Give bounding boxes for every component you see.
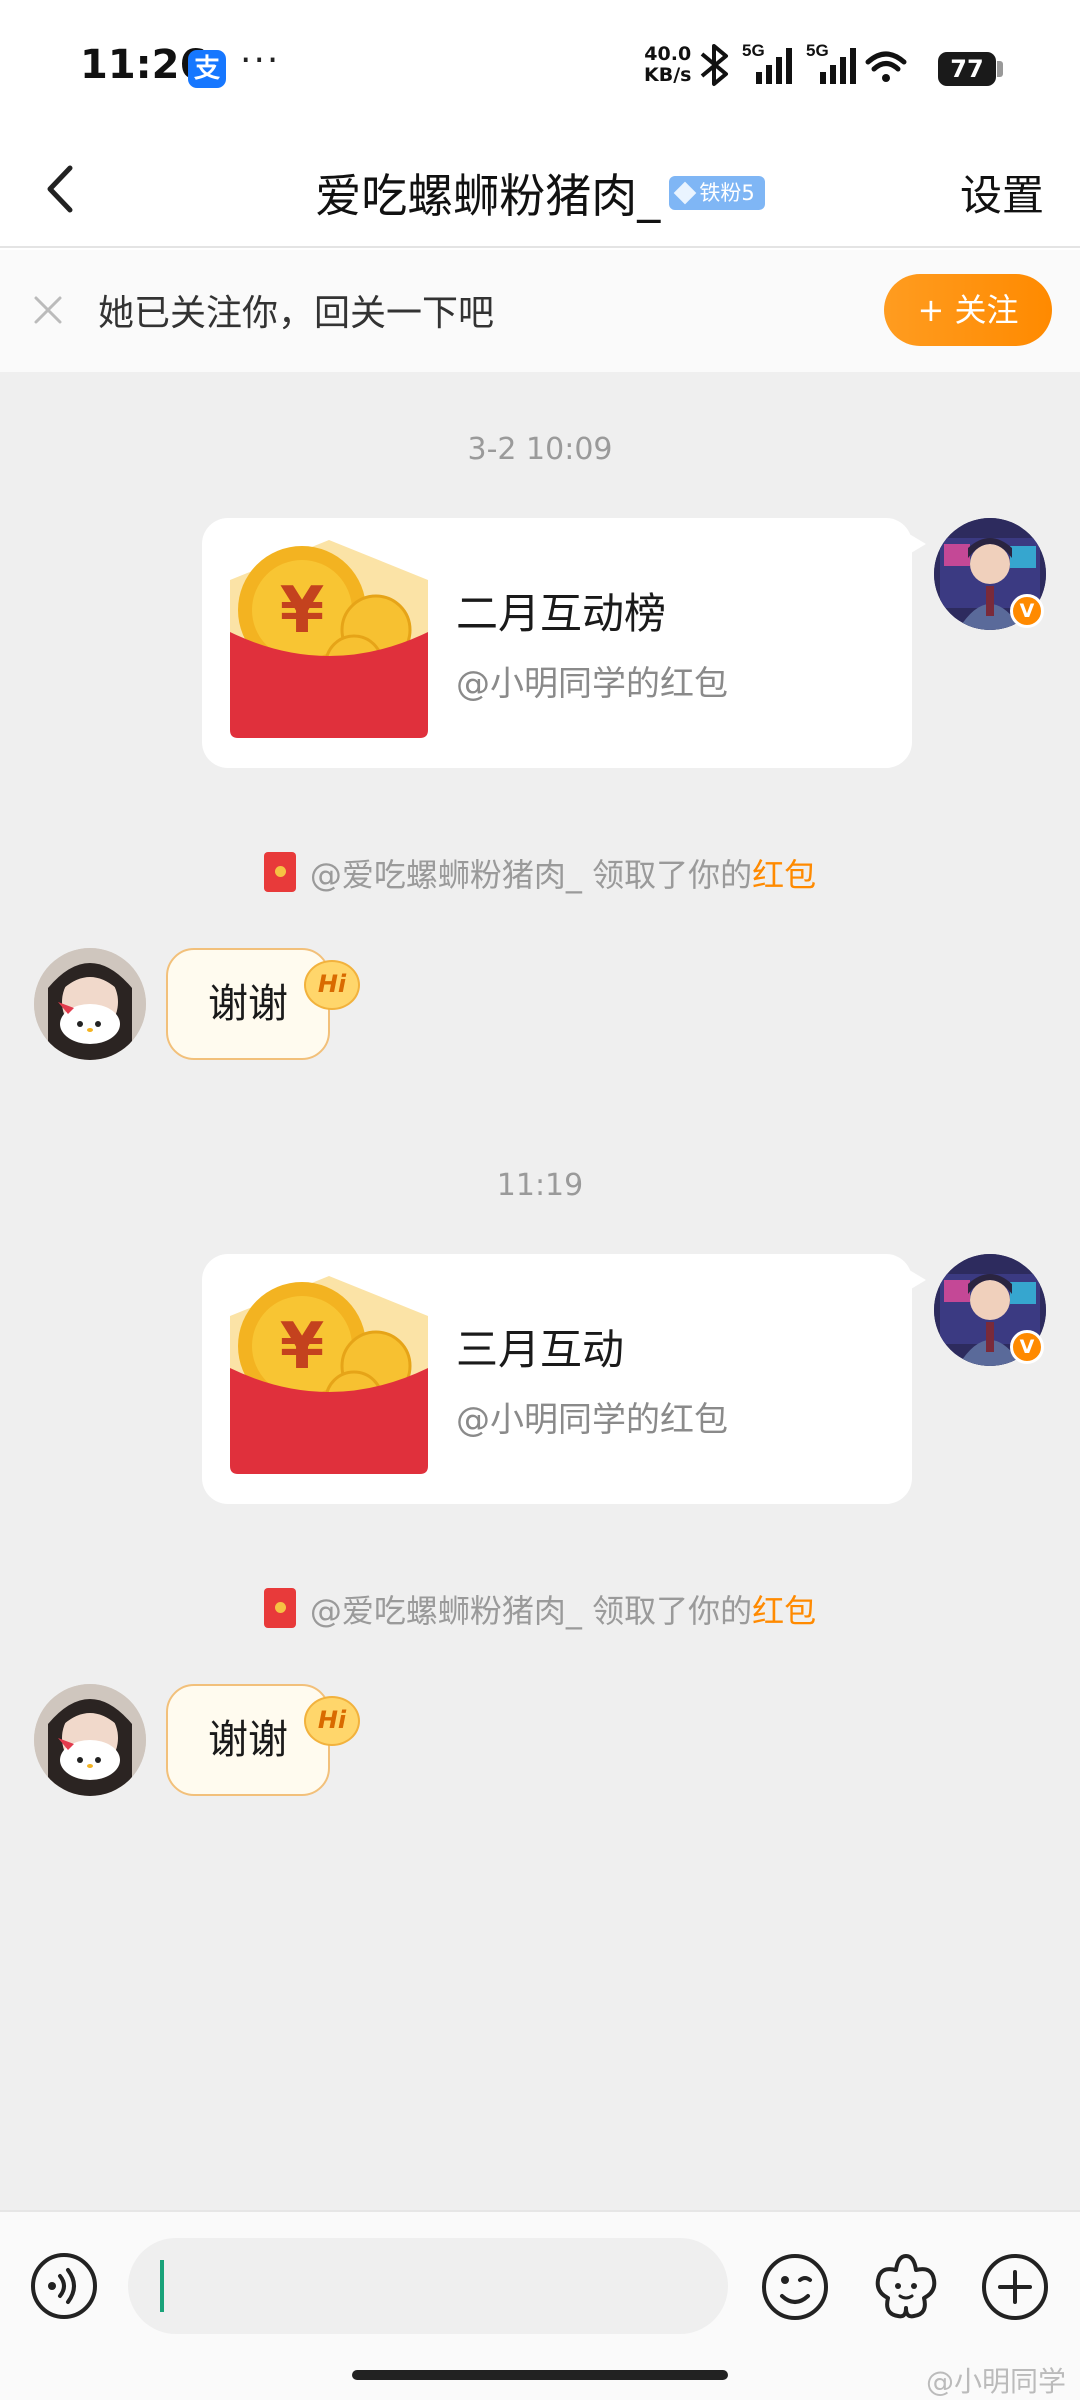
red-packet-mini-icon bbox=[263, 1588, 296, 1628]
message-input[interactable] bbox=[128, 2238, 728, 2334]
red-packet-title: 二月互动榜 bbox=[456, 589, 667, 638]
red-packet-link[interactable]: 红包 bbox=[752, 1592, 816, 1630]
red-packet-card[interactable]: ¥ 二月互动榜 @小明同学的红包 bbox=[202, 518, 926, 768]
notice-text: @爱吃螺蛳粉猪肉_ 领取了你的 bbox=[309, 856, 753, 894]
battery-icon: 77 bbox=[938, 52, 996, 86]
chat-title[interactable]: 爱吃螺蛳粉猪肉_ bbox=[315, 169, 660, 223]
home-indicator[interactable] bbox=[352, 2370, 728, 2380]
contact-avatar[interactable] bbox=[34, 1684, 146, 1796]
hi-badge: Hi bbox=[304, 1696, 360, 1746]
red-packet-icon: ¥ bbox=[230, 1276, 428, 1474]
watermark: @小明同学 bbox=[925, 2365, 1066, 2398]
hi-badge: Hi bbox=[304, 960, 360, 1010]
battery-tip bbox=[997, 61, 1003, 77]
network-label-1: 5G bbox=[742, 41, 765, 60]
network-speed: 40.0 KB/s bbox=[644, 44, 691, 86]
plus-icon[interactable] bbox=[980, 2252, 1050, 2322]
contact-avatar[interactable] bbox=[34, 948, 146, 1060]
red-packet-title: 三月互动 bbox=[456, 1325, 625, 1374]
message-timestamp: 11:19 bbox=[496, 1168, 584, 1203]
message-bubble[interactable]: 谢谢 bbox=[166, 1684, 330, 1796]
close-icon[interactable] bbox=[30, 292, 66, 328]
network-label-2: 5G bbox=[806, 41, 829, 60]
notice-text: @爱吃螺蛳粉猪肉_ 领取了你的 bbox=[309, 1592, 753, 1630]
settings-button[interactable]: 设置 bbox=[960, 162, 1044, 223]
contact-avatar-image bbox=[34, 1684, 146, 1796]
message-timestamp: 3-2 10:09 bbox=[467, 432, 613, 467]
text-caret bbox=[160, 2260, 164, 2312]
alipay-icon: 支 bbox=[188, 50, 226, 88]
svg-text:¥: ¥ bbox=[280, 1310, 325, 1384]
contact-avatar-image bbox=[34, 948, 146, 1060]
network-speed-value: 40.0 bbox=[644, 43, 692, 65]
input-bar: @小明同学 bbox=[0, 2210, 1080, 2400]
red-packet-sender: @小明同学的红包 bbox=[456, 664, 728, 704]
diamond-icon bbox=[674, 181, 697, 205]
more-notifications-icon: ··· bbox=[240, 40, 281, 81]
svg-text:¥: ¥ bbox=[280, 574, 325, 648]
bluetooth-icon bbox=[700, 44, 728, 86]
chat-header: 爱吃螺蛳粉猪肉_ 铁粉5 设置 bbox=[0, 130, 1080, 248]
fan-badge-label: 铁粉5 bbox=[699, 181, 755, 205]
follow-button[interactable]: + 关注 bbox=[884, 274, 1052, 346]
emoji-icon[interactable] bbox=[760, 2252, 830, 2322]
red-packet-claimed-notice: @爱吃螺蛳粉猪肉_ 领取了你的红包 bbox=[0, 850, 1080, 896]
follow-back-hint: 她已关注你，回关一下吧 bbox=[98, 293, 495, 334]
title-wrap: 爱吃螺蛳粉猪肉_ 铁粉5 bbox=[0, 160, 1080, 226]
follow-banner: 她已关注你，回关一下吧 + 关注 bbox=[0, 250, 1080, 372]
red-packet-icon: ¥ bbox=[230, 540, 428, 738]
network-speed-unit: KB/s bbox=[644, 64, 692, 86]
wifi-icon bbox=[865, 51, 907, 82]
red-packet-link[interactable]: 红包 bbox=[752, 856, 816, 894]
fan-level-badge: 铁粉5 bbox=[669, 176, 765, 210]
status-bar: 11:26 支 ··· 40.0 KB/s 5G 5G 77 bbox=[0, 0, 1080, 130]
message-bubble[interactable]: 谢谢 bbox=[166, 948, 330, 1060]
red-packet-claimed-notice: @爱吃螺蛳粉猪肉_ 领取了你的红包 bbox=[0, 1586, 1080, 1632]
sticker-icon[interactable] bbox=[870, 2250, 942, 2322]
verified-badge: V bbox=[1010, 1330, 1044, 1364]
red-packet-mini-icon bbox=[263, 852, 296, 892]
verified-badge: V bbox=[1010, 594, 1044, 628]
red-packet-sender: @小明同学的红包 bbox=[456, 1400, 728, 1440]
status-icons: 5G 5G bbox=[700, 41, 907, 86]
voice-icon[interactable] bbox=[30, 2252, 98, 2320]
red-packet-card[interactable]: ¥ 三月互动 @小明同学的红包 bbox=[202, 1254, 926, 1504]
chat-area[interactable]: 3-2 10:09 ¥ 二月互动榜 @小明同学的红包 V @爱吃螺蛳粉猪肉_ 领… bbox=[0, 372, 1080, 2210]
